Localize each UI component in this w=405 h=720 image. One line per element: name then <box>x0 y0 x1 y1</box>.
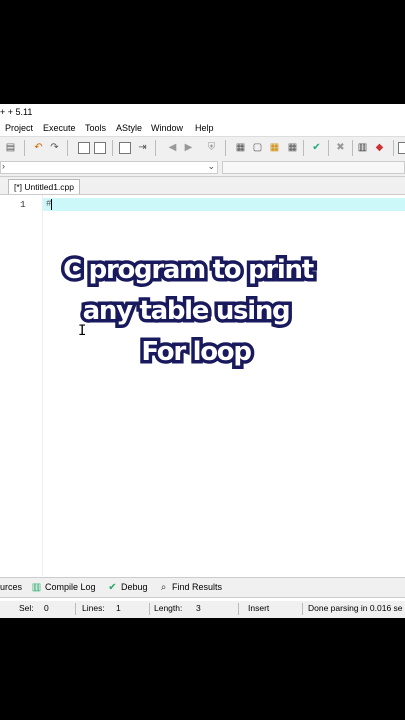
menu-execute[interactable]: Execute <box>43 121 76 136</box>
status-separator <box>238 603 239 615</box>
menu-astyle[interactable]: AStyle <box>116 121 142 136</box>
editor-tabs: [*] Untitled1.cpp <box>0 177 405 195</box>
status-length-value: 3 <box>196 603 201 613</box>
status-sel-value: 0 <box>44 603 49 613</box>
title-bar: + + 5.11 <box>0 104 405 121</box>
bar-chart-icon: ▥ <box>31 582 42 593</box>
profile-icon[interactable]: ◆ <box>373 141 386 154</box>
status-message: Done parsing in 0.016 se <box>308 603 403 613</box>
replace-icon[interactable] <box>94 142 106 154</box>
text-caret <box>51 199 52 210</box>
toolbar-separator <box>393 140 394 156</box>
goto-icon[interactable]: ⇥ <box>136 141 149 154</box>
indent-right-icon[interactable]: ▶ <box>182 141 195 154</box>
menu-help[interactable]: Help <box>195 121 214 136</box>
status-separator <box>302 603 303 615</box>
status-lines-value: 1 <box>116 603 121 613</box>
find-icon[interactable] <box>78 142 90 154</box>
tab-resources[interactable]: urces <box>0 578 22 597</box>
menu-project[interactable]: Project <box>5 121 33 136</box>
status-separator <box>75 603 76 615</box>
undo-icon[interactable]: ↶ <box>32 141 45 154</box>
function-dropdown[interactable] <box>222 161 405 174</box>
toolbar-separator <box>352 140 353 156</box>
chevron-left-icon: › <box>2 161 5 171</box>
tab-untitled1[interactable]: [*] Untitled1.cpp <box>8 179 81 194</box>
line-number-gutter: 1 <box>0 195 43 576</box>
find-icon: ⌕ <box>160 582 167 593</box>
layout-color-icon[interactable]: ▦ <box>268 141 281 154</box>
layout-grid-icon[interactable]: ▦ <box>234 141 247 154</box>
ide-window: + + 5.11 Project Execute Tools AStyle Wi… <box>0 104 405 618</box>
scope-dropdown[interactable]: › ⌄ <box>0 161 218 174</box>
status-lines-label: Lines: <box>82 603 105 613</box>
menu-bar: Project Execute Tools AStyle Window Help <box>0 121 405 136</box>
toolbar-separator <box>67 140 68 156</box>
toolbar-separator <box>328 140 329 156</box>
shield-icon[interactable]: ⛨ <box>205 141 218 154</box>
bookmark-icon[interactable] <box>119 142 131 154</box>
line-number: 1 <box>20 199 26 210</box>
check-icon: ✔ <box>108 582 117 593</box>
redo-icon[interactable]: ↷ <box>48 141 61 154</box>
chart-icon[interactable]: ▥ <box>356 141 369 154</box>
tab-compile-log[interactable]: ▥ Compile Log <box>31 578 96 597</box>
window-title: + + 5.11 <box>0 107 33 117</box>
status-bar: Sel: 0 Lines: 1 Length: 3 Insert Done pa… <box>0 601 405 618</box>
status-sel-label: Sel: <box>19 603 34 613</box>
status-separator <box>149 603 150 615</box>
tab-debug[interactable]: ✔ Debug <box>107 578 147 597</box>
code-editor[interactable]: 1 # I <box>0 195 405 576</box>
current-line-highlight <box>43 198 405 211</box>
class-browser-bar: › ⌄ <box>0 160 405 177</box>
toolbar: ▤ ↶ ↷ ⇥ ◀ ▶ ⛨ ▦ ▢ ▦ ▦ ✔ ✖ ▥ ◆ <box>0 136 405 161</box>
overflow-icon[interactable] <box>398 142 405 154</box>
tab-find-results[interactable]: ⌕ Find Results <box>158 578 222 597</box>
indent-left-icon[interactable]: ◀ <box>166 141 179 154</box>
print-icon[interactable]: ▤ <box>4 141 17 154</box>
window-icon[interactable]: ▢ <box>251 141 264 154</box>
toolbar-separator <box>112 140 113 156</box>
menu-tools[interactable]: Tools <box>85 121 106 136</box>
menu-window[interactable]: Window <box>151 121 183 136</box>
layout-tile-icon[interactable]: ▦ <box>286 141 299 154</box>
close-icon[interactable]: ✖ <box>334 141 347 154</box>
check-icon[interactable]: ✔ <box>310 141 323 154</box>
toolbar-separator <box>225 140 226 156</box>
status-mode: Insert <box>248 603 270 613</box>
status-length-label: Length: <box>154 603 183 613</box>
chevron-down-icon: ⌄ <box>207 161 215 171</box>
toolbar-separator <box>303 140 304 156</box>
bottom-panel-tabs: urces ▥ Compile Log ✔ Debug ⌕ Find Results <box>0 577 405 598</box>
toolbar-separator <box>155 140 156 156</box>
ibeam-cursor-icon: I <box>78 323 87 339</box>
toolbar-separator <box>24 140 25 156</box>
